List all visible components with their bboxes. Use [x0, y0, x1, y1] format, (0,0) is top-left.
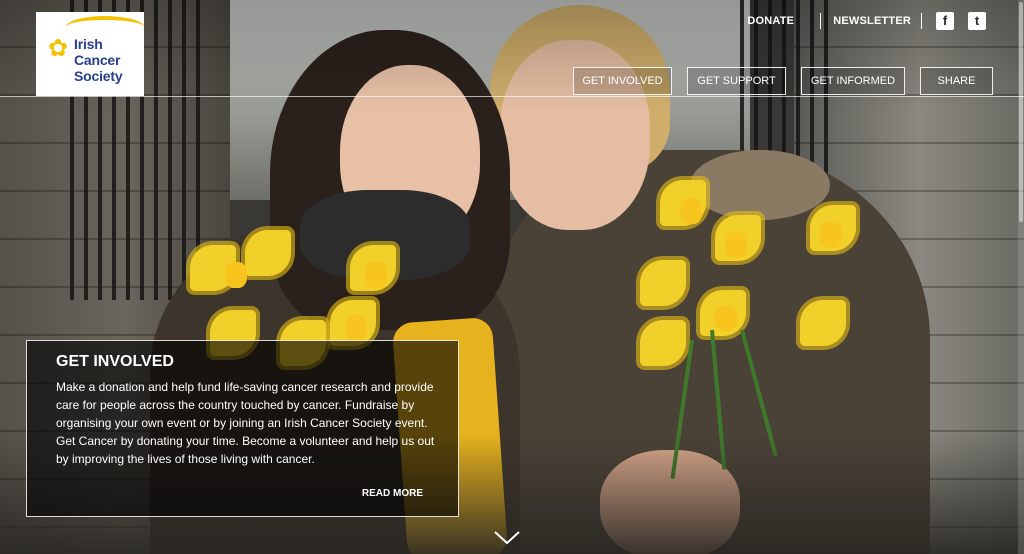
logo-swoosh-icon	[66, 16, 144, 38]
nav-share[interactable]: SHARE	[920, 67, 993, 95]
twitter-icon[interactable]: t	[968, 12, 986, 30]
chevron-down-icon[interactable]	[493, 530, 521, 546]
newsletter-link[interactable]: NEWSLETTER	[833, 15, 911, 27]
logo-line-3: Society	[74, 68, 123, 84]
scrollbar[interactable]	[1018, 0, 1024, 554]
nav-get-support[interactable]: GET SUPPORT	[687, 67, 786, 95]
header-divider	[0, 96, 1024, 97]
facebook-icon[interactable]: f	[936, 12, 954, 30]
divider	[921, 13, 922, 29]
scrollbar-thumb[interactable]	[1019, 2, 1023, 222]
logo-line-1: Irish	[74, 36, 103, 52]
logo-text: Irish Cancer Society	[74, 36, 123, 84]
twitter-glyph: t	[974, 13, 980, 28]
donate-link[interactable]: DONATE	[747, 15, 794, 27]
logo-line-2: Cancer	[74, 52, 121, 68]
panel-title: GET INVOLVED	[56, 353, 174, 370]
nav-get-involved[interactable]: GET INVOLVED	[573, 67, 672, 95]
panel-body: Make a donation and help fund life-savin…	[56, 380, 435, 466]
main-nav: GET INVOLVED GET SUPPORT GET INFORMED SH…	[573, 67, 993, 95]
daffodil-icon: ✿	[48, 35, 69, 62]
read-more-link[interactable]: READ MORE	[362, 488, 423, 499]
nav-get-informed[interactable]: GET INFORMED	[801, 67, 905, 95]
divider	[820, 13, 822, 29]
get-involved-panel: GET INVOLVED Make a donation and help fu…	[26, 340, 459, 517]
utility-nav: DONATE NEWSLETTER f t	[747, 12, 986, 30]
facebook-glyph: f	[942, 13, 948, 28]
irish-cancer-society-logo[interactable]: ✿ Irish Cancer Society	[36, 12, 144, 96]
